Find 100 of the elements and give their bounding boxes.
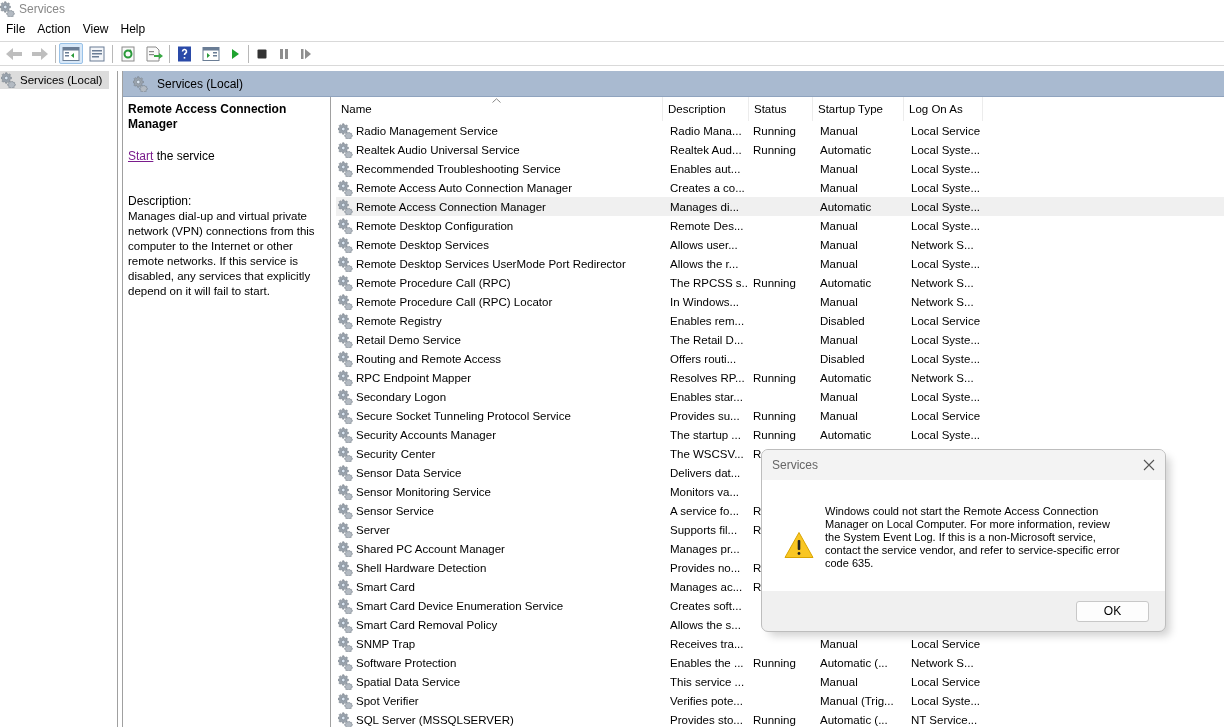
table-cell: Running <box>753 656 796 669</box>
table-cell: Provides su... <box>670 409 740 422</box>
table-cell: Enables star... <box>670 390 743 403</box>
service-name: Shared PC Account Manager <box>356 542 505 555</box>
table-cell: Automatic <box>820 371 872 384</box>
service-name: Security Accounts Manager <box>356 428 496 441</box>
service-title: Remote Access Connection Manager <box>128 102 288 132</box>
table-cell: Manual <box>820 124 858 137</box>
table-cell: Offers routi... <box>670 352 737 365</box>
service-name: Sensor Data Service <box>356 466 462 479</box>
table-cell: Local Service <box>911 409 981 422</box>
table-cell: Resolves RP... <box>670 371 745 384</box>
service-name: Secondary Logon <box>356 390 447 403</box>
table-cell: Running <box>753 124 796 137</box>
table-cell: Manages ac... <box>670 580 743 593</box>
table-cell: Enables rem... <box>670 314 745 327</box>
table-cell: Allows user... <box>670 238 738 251</box>
table-cell: Network S... <box>911 295 974 308</box>
table-cell: NT Service... <box>911 713 978 726</box>
table-cell: Disabled <box>820 314 865 327</box>
service-name: RPC Endpoint Mapper <box>356 371 472 384</box>
table-cell: The WSCSV... <box>670 447 744 460</box>
table-cell: R <box>753 580 762 593</box>
table-cell: The RPCSS s... <box>670 276 749 289</box>
table-cell: Local Service <box>911 124 981 137</box>
table-cell: Provides sto... <box>670 713 743 726</box>
table-cell: Local Service <box>911 314 981 327</box>
service-name: SQL Server (MSSQLSERVER) <box>356 713 514 726</box>
table-cell: Verifies pote... <box>670 694 743 707</box>
table-cell: A service fo... <box>670 504 740 517</box>
table-cell: Local Syste... <box>911 352 981 365</box>
table-cell: Manual <box>820 295 858 308</box>
table-cell: Manual <box>820 409 858 422</box>
table-cell: Enables aut... <box>670 162 741 175</box>
table-cell: Manual (Trig... <box>820 694 894 707</box>
error-message: Windows could not start the Remote Access Connection Manager on Local Computer. For more information, review the System Event Log. If this is a non-Microsoft service, contact the service vendor, and refer to service-specific error code 635. <box>825 504 1121 571</box>
table-cell: Enables the ... <box>670 656 744 669</box>
table-cell: Automatic <box>820 276 872 289</box>
service-name: Smart Card Removal Policy <box>356 618 498 631</box>
table-cell: Manual <box>820 181 858 194</box>
table-cell: Local Syste... <box>911 162 981 175</box>
table-cell: Network S... <box>911 238 974 251</box>
table-cell: Disabled <box>820 352 865 365</box>
table-cell: Local Service <box>911 675 981 688</box>
window-title: Services <box>19 1 65 16</box>
table-cell: Network S... <box>911 276 974 289</box>
table-cell: Manages di... <box>670 200 740 213</box>
table-cell: R <box>753 504 762 517</box>
table-cell: This service ... <box>670 675 745 688</box>
service-name: Security Center <box>356 447 436 460</box>
table-cell: Manual <box>820 238 858 251</box>
service-name: Remote Access Auto Connection Manager <box>356 181 573 194</box>
table-cell: Manual <box>820 219 858 232</box>
service-name: Remote Access Connection Manager <box>356 200 546 213</box>
table-cell: Supports fil... <box>670 523 738 536</box>
service-name: Secure Socket Tunneling Protocol Service <box>356 409 571 422</box>
table-cell: Network S... <box>911 371 974 384</box>
table-cell: Manual <box>820 637 858 650</box>
service-name: Routing and Remote Access <box>356 352 502 365</box>
table-cell: Network S... <box>911 656 974 669</box>
description-label: Description: <box>128 194 193 209</box>
table-cell: Local Syste... <box>911 219 981 232</box>
service-name: Remote Procedure Call (RPC) Locator <box>356 295 553 308</box>
service-name: Remote Procedure Call (RPC) <box>356 276 511 289</box>
service-name: Smart Card Device Enumeration Service <box>356 599 564 612</box>
table-cell: Running <box>753 143 796 156</box>
table-cell: R <box>753 447 762 460</box>
table-cell: Local Syste... <box>911 181 981 194</box>
service-name: SNMP Trap <box>356 637 416 650</box>
table-cell: Creates soft... <box>670 599 742 612</box>
table-cell: Local Service <box>911 637 981 650</box>
table-cell: R <box>753 561 762 574</box>
table-cell: Monitors va... <box>670 485 740 498</box>
service-name: Spatial Data Service <box>356 675 461 688</box>
service-name: Server <box>356 523 390 536</box>
table-cell: Receives tra... <box>670 637 744 650</box>
table-cell: Radio Mana... <box>670 124 742 137</box>
table-cell: Realtek Aud... <box>670 143 742 156</box>
table-cell: The startup ... <box>670 428 741 441</box>
table-cell: Manual <box>820 390 858 403</box>
service-name: Remote Desktop Configuration <box>356 219 514 232</box>
table-cell: Manual <box>820 162 858 175</box>
table-cell: Running <box>753 276 796 289</box>
table-cell: Automatic <box>820 428 872 441</box>
description-text: Manages dial-up and virtual private network (VPN) connections from this computer to the Internet or other remote networks. If this service is disabled, any services that explicitly depend on it will fail to start. <box>128 209 316 299</box>
table-cell: Running <box>753 409 796 422</box>
table-cell: Running <box>753 428 796 441</box>
dialog-title: Services <box>772 458 818 472</box>
table-cell: Local Syste... <box>911 390 981 403</box>
service-name: Smart Card <box>356 580 415 593</box>
service-name: Realtek Audio Universal Service <box>356 143 520 156</box>
table-cell: Allows the s... <box>670 618 741 631</box>
service-name: Remote Registry <box>356 314 442 327</box>
table-cell: Delivers dat... <box>670 466 741 479</box>
service-name: Sensor Service <box>356 504 434 517</box>
table-cell: Local Syste... <box>911 333 981 346</box>
table-cell: Running <box>753 713 796 726</box>
table-cell: Manual <box>820 675 858 688</box>
service-name: Spot Verifier <box>356 694 419 707</box>
service-name: Software Protection <box>356 656 457 669</box>
